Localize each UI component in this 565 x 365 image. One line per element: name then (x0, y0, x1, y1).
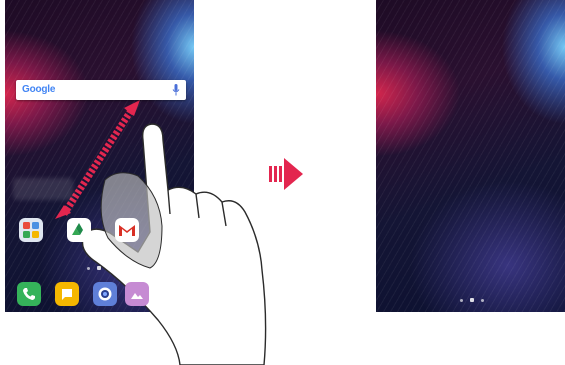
drive-icon[interactable] (67, 218, 91, 242)
gmail-icon[interactable] (115, 218, 139, 242)
phone-icon[interactable] (17, 282, 41, 306)
hand-icon (81, 123, 267, 365)
google-search-bar[interactable]: Google (16, 80, 186, 100)
folder-icon[interactable] (19, 218, 43, 242)
page-indicator (87, 266, 111, 270)
gesture-illustration (55, 100, 303, 365)
messages-icon[interactable] (55, 282, 79, 306)
blurred-widget (13, 178, 73, 200)
google-logo: Google (22, 84, 56, 95)
camera-icon[interactable] (93, 282, 117, 306)
page-dot (108, 266, 111, 270)
right-arrow-icon (269, 158, 303, 190)
navigation-bar (460, 298, 484, 302)
back-nav-dot (460, 298, 463, 302)
home-nav-button[interactable] (470, 298, 474, 302)
recents-nav-dot (481, 298, 484, 302)
microphone-icon[interactable] (172, 83, 180, 97)
home-page-dot (97, 266, 101, 270)
page-dot (87, 266, 90, 270)
gallery-icon[interactable] (125, 282, 149, 306)
